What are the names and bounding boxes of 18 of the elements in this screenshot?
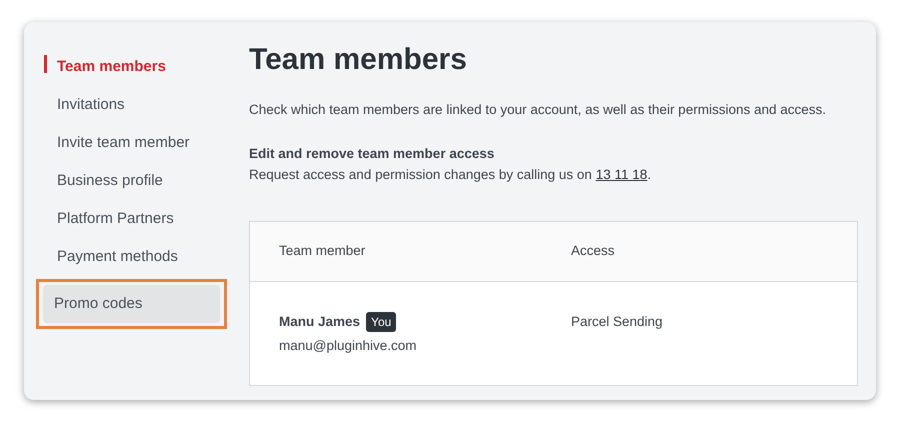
sidebar-item[interactable]: Platform Partners	[38, 200, 228, 238]
member-name: Manu James	[279, 312, 360, 331]
sidebar-item[interactable]: Team members	[38, 48, 228, 86]
sidebar-item[interactable]: Promo codes	[43, 285, 220, 323]
you-badge: You	[366, 312, 396, 332]
sidebar-item[interactable]: Payment methods	[38, 238, 228, 276]
sidebar-item[interactable]: Invitations	[38, 86, 228, 124]
page-title: Team members	[249, 42, 468, 78]
sidebar-item[interactable]: Invite team member	[38, 124, 228, 162]
column-header: Access	[571, 242, 615, 260]
section-heading: Edit and remove team member access	[249, 145, 496, 164]
column-header: Team member	[278, 242, 366, 260]
member-email: manu@pluginhive.com	[279, 337, 418, 355]
sidebar-item[interactable]: Business profile	[38, 162, 228, 200]
request-text: Request access and permission changes by calling us on 13 11 18.	[249, 166, 652, 184]
access-cell: Parcel Sending	[571, 314, 663, 329]
phone-link[interactable]: 13 11 18	[596, 166, 648, 182]
intro-text: Check which team members are linked to your account, as well as their permissions and access.	[249, 101, 827, 119]
